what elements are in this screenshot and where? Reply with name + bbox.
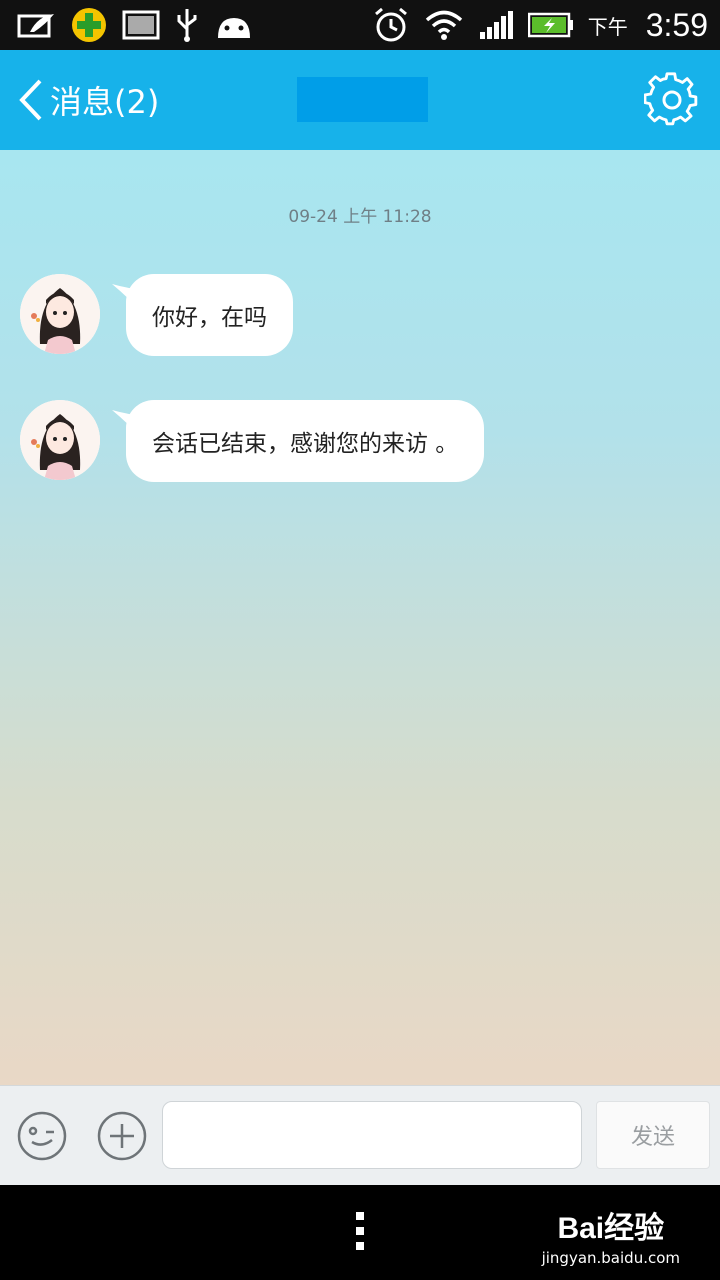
watermark: Bai经验 jingyan.baidu.com xyxy=(542,1203,680,1267)
gear-icon[interactable] xyxy=(644,72,700,128)
android-icon xyxy=(218,18,250,38)
send-button[interactable]: 发送 xyxy=(596,1101,710,1169)
bubble-tail xyxy=(112,410,142,432)
message-timestamp: 09-24 上午 11:28 xyxy=(288,207,432,227)
image-icon xyxy=(122,10,160,40)
avatar[interactable] xyxy=(20,274,100,354)
chat-area[interactable]: 09-24 上午 11:28 你好，在吗 会话已结束，感谢您的来访 。 xyxy=(0,150,720,1085)
signal-icon xyxy=(479,11,513,39)
status-bar: 下午 3:59 xyxy=(0,0,720,50)
message-item: 会话已结束，感谢您的来访 。 xyxy=(20,400,485,482)
status-bar-right-icons: 下午 3:59 xyxy=(372,6,708,44)
avatar-image xyxy=(20,400,100,480)
message-bubble[interactable]: 你好，在吗 xyxy=(126,274,293,356)
chevron-left-icon xyxy=(19,79,42,121)
status-bar-left-icons xyxy=(16,6,254,44)
back-button[interactable]: 消息(2) xyxy=(18,50,159,150)
input-bar: 发送 xyxy=(0,1085,720,1185)
back-label: 消息(2) xyxy=(50,83,160,121)
avatar-image xyxy=(20,274,100,354)
watermark-url: jingyan.baidu.com xyxy=(541,1249,680,1267)
notebook-icon xyxy=(17,14,54,38)
avatar[interactable] xyxy=(20,400,100,480)
message-item: 你好，在吗 xyxy=(20,274,293,356)
status-time: 3:59 xyxy=(645,6,708,43)
more-menu-icon[interactable] xyxy=(352,1212,368,1254)
watermark-logo: Bai经验 xyxy=(557,1212,665,1245)
alarm-icon xyxy=(374,7,407,42)
wifi-icon xyxy=(425,10,462,40)
nav-bar: Bai经验 jingyan.baidu.com xyxy=(0,1185,720,1280)
battery-icon xyxy=(527,12,573,38)
chat-header: 消息(2) xyxy=(0,50,720,150)
plus-shield-icon xyxy=(72,8,106,42)
message-bubble-wrap: 会话已结束，感谢您的来访 。 xyxy=(112,400,485,482)
message-bubble-wrap: 你好，在吗 xyxy=(112,274,293,356)
message-bubble[interactable]: 会话已结束，感谢您的来访 。 xyxy=(126,400,485,482)
message-input[interactable] xyxy=(162,1101,582,1169)
contact-name-redacted xyxy=(297,77,428,122)
plus-icon[interactable] xyxy=(96,1110,148,1162)
status-ampm: 下午 xyxy=(587,14,628,39)
emoji-icon[interactable] xyxy=(16,1110,68,1162)
bubble-tail xyxy=(112,284,142,306)
usb-icon xyxy=(177,9,197,42)
